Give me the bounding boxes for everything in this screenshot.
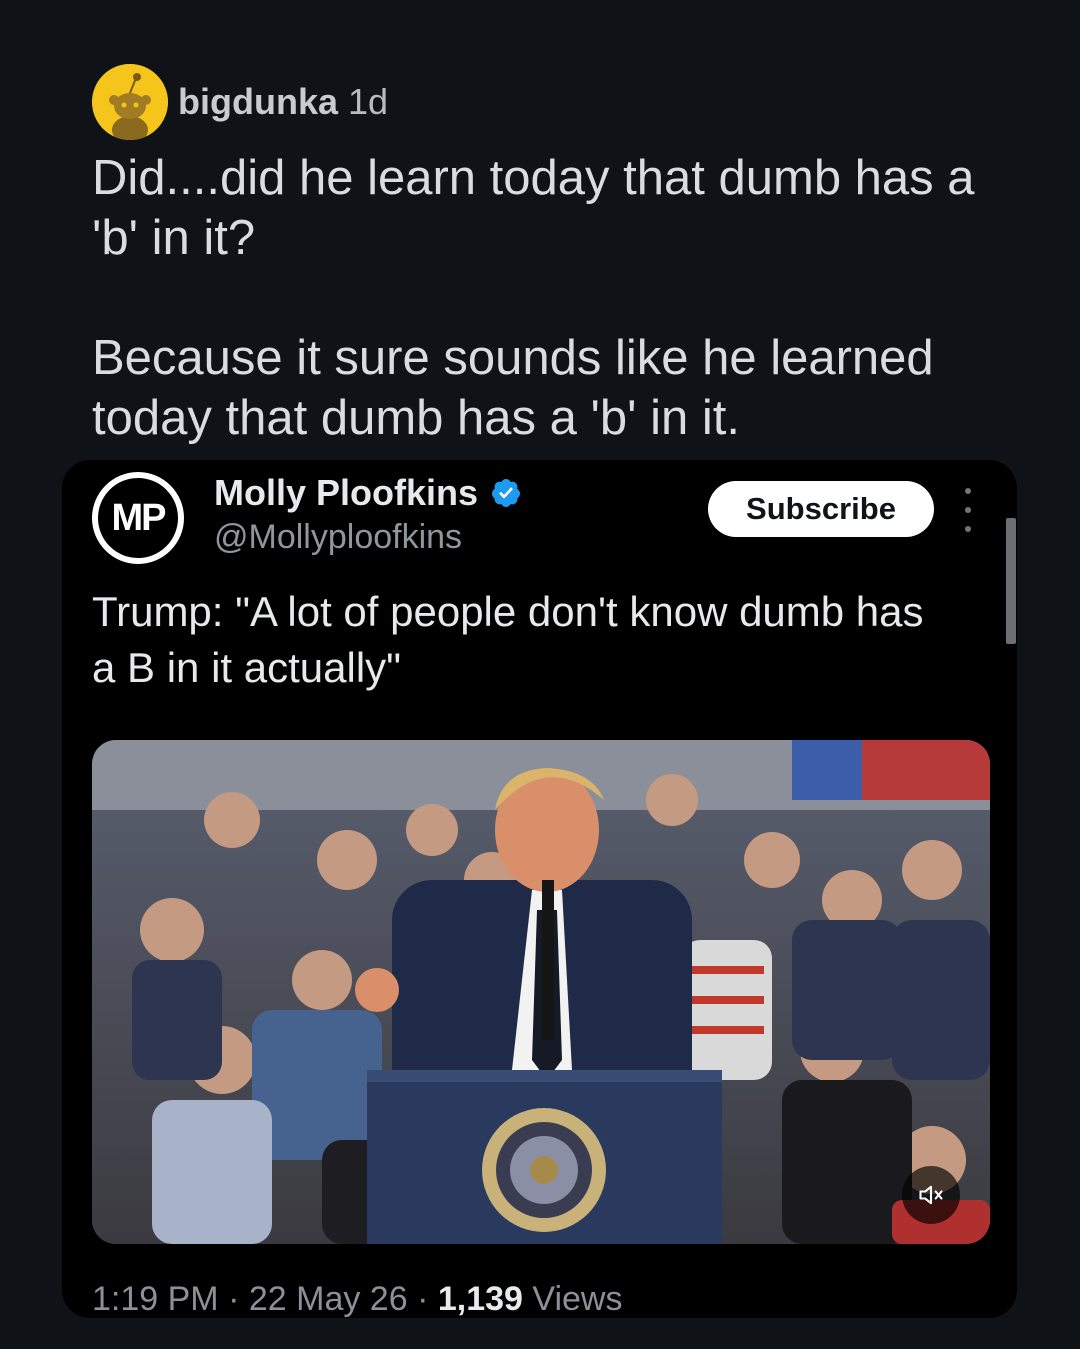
avatar-initials: MP [98, 478, 178, 558]
embedded-tweet-card[interactable]: MP Molly Ploofkins @Mollyploofkins Subsc… [62, 460, 1017, 1318]
meta-separator: · [228, 1280, 240, 1318]
snoo-avatar-icon [92, 64, 168, 140]
user-avatar[interactable] [92, 64, 168, 140]
video-frame-image [92, 740, 990, 1244]
tweet-time[interactable]: 1:19 PM [92, 1280, 219, 1318]
tweet-author-name[interactable]: Molly Ploofkins [214, 472, 478, 514]
tweet-metadata: 1:19 PM · 22 May 26 · 1,139 Views [92, 1280, 623, 1318]
mute-icon [919, 1185, 943, 1205]
subscribe-button[interactable]: Subscribe [708, 481, 934, 537]
scrollbar[interactable] [1006, 518, 1016, 644]
comment-header: bigdunka 1d [92, 64, 388, 140]
mute-button[interactable] [902, 1166, 960, 1224]
more-options-icon[interactable] [958, 488, 978, 532]
comment-paragraph: Because it sure sounds like he learned t… [92, 331, 934, 445]
verified-badge-icon [492, 479, 521, 507]
tweet-date[interactable]: 22 May 26 [249, 1280, 408, 1318]
comment-age: 1d [348, 81, 389, 122]
comment-paragraph: Did....did he learn today that dumb has … [92, 151, 975, 265]
tweet-text: Trump: "A lot of people don't know dumb … [92, 588, 924, 691]
tweet-views-label: Views [532, 1280, 623, 1318]
comment-body: Did....did he learn today that dumb has … [92, 148, 1012, 448]
tweet-author-handle[interactable]: @Mollyploofkins [214, 518, 462, 557]
page: bigdunka 1d Did....did he learn today th… [0, 0, 1080, 1349]
tweet-views-count: 1,139 [437, 1280, 523, 1318]
comment-username[interactable]: bigdunka [178, 81, 338, 123]
tweet-video[interactable] [92, 740, 990, 1244]
tweet-author-avatar[interactable]: MP [92, 472, 184, 564]
meta-separator: · [417, 1280, 429, 1318]
tweet-author-name-row[interactable]: Molly Ploofkins [214, 472, 522, 514]
